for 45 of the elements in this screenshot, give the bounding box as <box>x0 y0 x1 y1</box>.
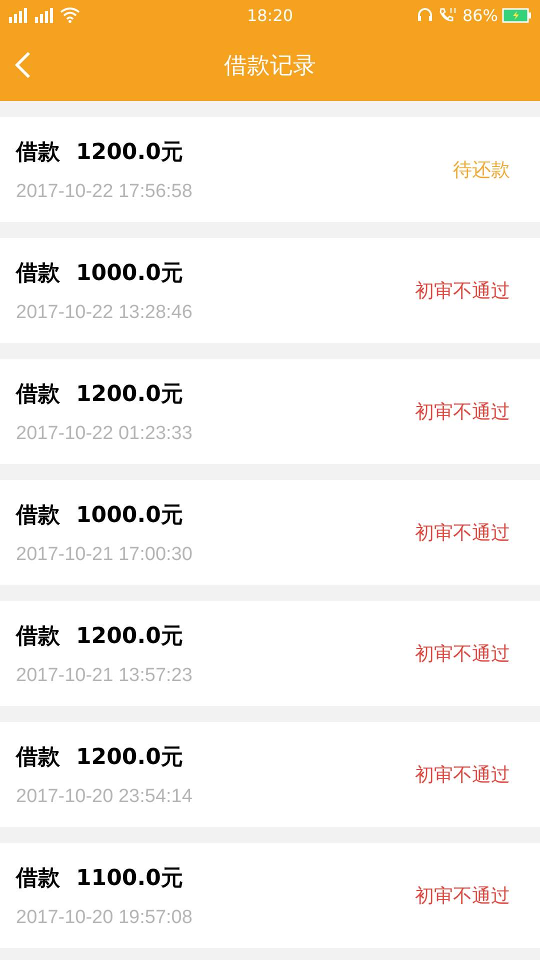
loan-status: 初审不通过 <box>415 400 510 424</box>
loan-amount: 1000.0元 <box>76 260 183 288</box>
loan-status: 待还款 <box>453 158 510 182</box>
signal-icon <box>34 7 56 23</box>
loan-amount: 1200.0元 <box>76 622 183 650</box>
loan-label: 借款 <box>16 380 60 408</box>
loan-label: 借款 <box>16 502 60 530</box>
battery-icon <box>502 8 532 22</box>
loan-label: 借款 <box>16 138 60 166</box>
loan-record-card[interactable]: 借款 1200.0元 2017-10-22 17:56:58 待还款 <box>0 117 540 222</box>
loan-time: 2017-10-21 17:00:30 <box>16 544 192 566</box>
loan-status: 初审不通过 <box>415 278 510 304</box>
loan-amount: 1200.0元 <box>76 744 183 772</box>
loan-record-card[interactable]: 借款 1200.0元 2017-10-21 13:57:23 初审不通过 <box>0 601 540 706</box>
loan-status: 初审不通过 <box>415 762 510 788</box>
loan-record-card[interactable]: 借款 1200.0元 2017-10-20 23:54:14 初审不通过 <box>0 722 540 827</box>
clock-time: 18:20 <box>246 6 294 24</box>
loan-label: 借款 <box>16 744 60 772</box>
loan-time: 2017-10-22 01:23:33 <box>16 422 192 444</box>
loan-amount: 1200.0元 <box>76 380 183 408</box>
loan-amount: 1100.0元 <box>76 864 183 892</box>
loan-time: 2017-10-22 13:28:46 <box>16 302 192 324</box>
headset-icon <box>416 7 434 23</box>
loan-label: 借款 <box>16 622 60 650</box>
wifi-icon <box>60 7 80 23</box>
loan-amount: 1000.0元 <box>76 502 183 530</box>
back-icon[interactable] <box>14 51 32 79</box>
loan-amount: 1200.0元 <box>76 138 183 166</box>
battery-level: 86% <box>462 6 498 24</box>
loan-label: 借款 <box>16 864 60 892</box>
loan-record-card[interactable]: 借款 1100.0元 2017-10-20 19:57:08 初审不通过 <box>0 843 540 948</box>
loan-status: 初审不通过 <box>415 884 510 908</box>
phone-icon <box>438 7 458 23</box>
page-title: 借款记录 <box>224 52 316 81</box>
loan-record-card[interactable]: 借款 1000.0元 2017-10-21 17:00:30 初审不通过 <box>0 480 540 585</box>
loan-status: 初审不通过 <box>415 520 510 546</box>
loan-record-card[interactable]: 借款 1200.0元 2017-10-22 01:23:33 初审不通过 <box>0 359 540 464</box>
loan-time: 2017-10-22 17:56:58 <box>16 180 192 202</box>
loan-time: 2017-10-20 19:57:08 <box>16 906 192 928</box>
loan-time: 2017-10-20 23:54:14 <box>16 786 192 808</box>
loan-label: 借款 <box>16 260 60 288</box>
loan-time: 2017-10-21 13:57:23 <box>16 664 192 686</box>
loan-status: 初审不通过 <box>415 642 510 666</box>
loan-record-card[interactable]: 借款 1000.0元 2017-10-22 13:28:46 初审不通过 <box>0 238 540 343</box>
signal-icon <box>8 7 30 23</box>
